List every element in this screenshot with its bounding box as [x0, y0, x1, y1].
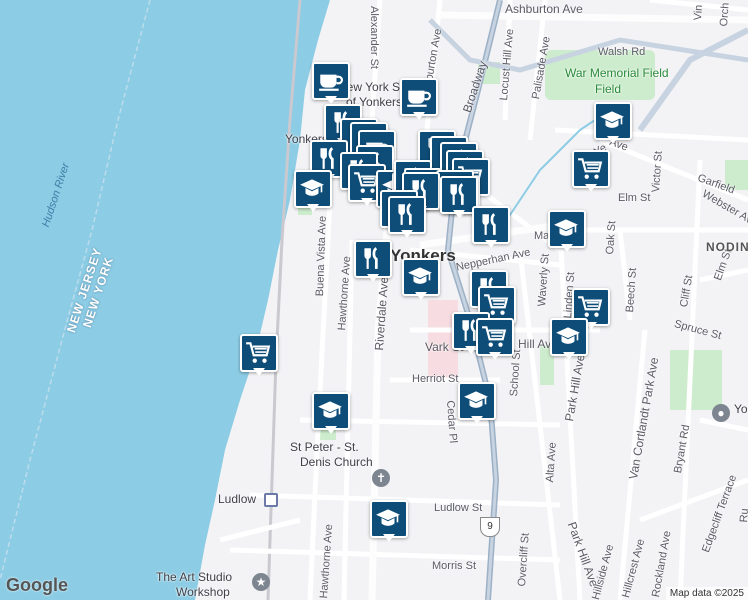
school-marker[interactable]: [548, 210, 586, 254]
cafe-marker[interactable]: [312, 62, 350, 106]
restaurant-marker[interactable]: [388, 196, 426, 240]
park-patch-2: [670, 350, 722, 410]
art-studio-icon: ★: [252, 573, 270, 591]
label-denis-church: Denis Church: [300, 455, 373, 469]
label-nodine: NODIN: [706, 240, 748, 254]
label-ludlow: Ludlow: [218, 492, 257, 506]
coffee-cup-icon: [319, 74, 343, 91]
label-vin: Vin: [692, 4, 706, 21]
school-marker[interactable]: [458, 382, 496, 426]
label-elm-st: Elm St: [618, 192, 651, 204]
school-marker[interactable]: [294, 170, 332, 214]
fork-knife-icon: [398, 203, 412, 225]
shopping-cart-icon: [578, 296, 603, 317]
label-ludlow-st: Ludlow St: [434, 502, 483, 514]
shopping-marker[interactable]: [476, 318, 514, 362]
school-marker[interactable]: [312, 392, 350, 436]
school-marker[interactable]: [550, 318, 588, 362]
label-orch: Orch: [718, 2, 732, 27]
fork-knife-icon: [450, 183, 464, 205]
label-ru: Ru: [738, 507, 748, 523]
train-station-icon: [264, 493, 278, 507]
shopping-cart-icon: [482, 326, 507, 347]
graduation-cap-icon: [554, 219, 578, 236]
shopping-cart-icon: [578, 158, 603, 179]
graduation-cap-icon: [300, 179, 324, 196]
graduation-cap-icon: [318, 401, 342, 418]
label-oak-st: Oak St: [604, 220, 619, 255]
label-morris-st: Morris St: [432, 560, 476, 572]
label-field: Field: [595, 82, 622, 96]
coffee-cup-icon: [407, 90, 431, 107]
label-war-memorial: War Memorial Field: [565, 66, 669, 80]
map-canvas[interactable]: Ashburton Ave Walsh Rd War Memorial Fiel…: [0, 0, 748, 600]
label-herriot-st: Herriot St: [412, 373, 459, 385]
restaurant-marker[interactable]: [472, 206, 510, 250]
school-marker[interactable]: [402, 258, 440, 302]
label-workshop: Workshop: [176, 585, 230, 599]
school-poi-icon: ●: [712, 404, 730, 422]
graduation-cap-icon: [408, 267, 432, 284]
google-logo: Google: [6, 575, 68, 595]
fork-knife-icon: [320, 147, 334, 169]
shopping-marker[interactable]: [240, 334, 278, 378]
label-alexander-st: Alexander St: [368, 6, 380, 69]
label-ashburton-ave: Ashburton Ave: [505, 2, 583, 16]
label-yo: Yo: [734, 402, 748, 416]
fork-knife-icon: [482, 213, 496, 235]
label-st-peter: St Peter - St.: [290, 440, 359, 454]
map-attribution[interactable]: Map data ©2025: [665, 587, 748, 600]
cafe-marker[interactable]: [400, 78, 438, 122]
label-walsh-rd: Walsh Rd: [598, 46, 646, 58]
restaurant-marker[interactable]: [354, 240, 392, 284]
school-marker[interactable]: [594, 102, 632, 146]
label-art-studio: The Art Studio: [156, 570, 233, 584]
school-marker[interactable]: [370, 500, 408, 544]
fork-knife-icon: [364, 247, 378, 269]
church-icon: ✝: [372, 469, 390, 487]
graduation-cap-icon: [376, 509, 400, 526]
graduation-cap-icon: [600, 111, 624, 128]
graduation-cap-icon: [556, 327, 580, 344]
shopping-cart-icon: [246, 342, 271, 363]
route-9-shield-icon: 9: [480, 517, 500, 537]
shopping-marker[interactable]: [572, 150, 610, 194]
label-ma: Ma: [534, 230, 550, 242]
graduation-cap-icon: [464, 391, 488, 408]
